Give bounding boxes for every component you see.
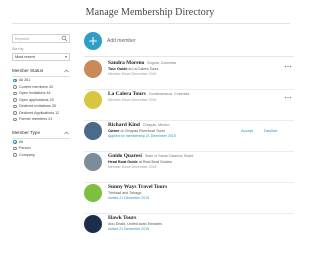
radio-button[interactable] [13,117,17,122]
avatar[interactable] [84,184,102,202]
member-status: Member Since December 2015 [108,164,157,169]
member-name[interactable]: Hawk Tours [108,215,136,221]
member-row[interactable]: Hawk Tours Abu Dhabi, United Arab Emirate… [84,214,294,242]
option-label: Person [19,146,31,150]
member-name[interactable]: Guido Quaresi [108,153,142,159]
option-label: All [19,139,24,144]
avatar[interactable] [84,122,102,140]
option-label: Company [19,152,35,157]
radio-button[interactable] [13,153,17,157]
member-status: Invited 21 December 2015 [108,226,150,231]
member-type-options: All Person Company [12,139,70,159]
option-label: Open invitations 44 [19,91,51,95]
member-role: Owner [108,128,120,133]
member-role: Head Boat Guide [108,159,138,164]
radio-button[interactable] [13,78,17,83]
more-options-icon[interactable] [284,65,292,68]
member-status: Member Since December 2015 [108,97,157,102]
chevron-up-icon[interactable] [64,69,69,73]
radio-button[interactable] [13,91,17,96]
member-row[interactable]: Sunny Ways Travel Tours Trinidad and Toba… [84,183,294,214]
member-location: Bogota, Colombia [147,61,176,65]
avatar[interactable] [84,60,102,78]
caret-down-icon [65,56,67,58]
plus-icon: + [87,34,99,48]
sort-value: Most recent [15,55,35,59]
radio-button[interactable] [13,140,17,144]
member-row[interactable]: La Calera Tours Cundinamarca, Colombia Mem… [84,90,294,121]
add-member-label[interactable]: Add member [107,38,136,44]
radio-button[interactable] [13,85,17,89]
status-option[interactable]: Former members 21 [12,116,70,123]
member-type-header[interactable]: Member Type [12,130,70,137]
member-organization: Real Boat Guides [142,159,172,164]
member-status-options: All 261 Current members 43 Open invitation… [12,77,70,123]
member-status: Applied for membership 21 December 2015 [108,133,176,138]
member-status: Invited 21 December 2015 [108,195,150,200]
avatar[interactable] [84,91,102,109]
option-label: Former members 21 [19,117,53,121]
sort-label: Sort by [12,47,24,51]
sort-dropdown[interactable]: Most recent [12,53,70,61]
member-role: Tour Guide [108,66,128,71]
member-details: Hawk Tours Abu Dhabi, United Arab Emirate… [108,215,258,232]
option-label: Current members 43 [19,84,53,89]
search-box[interactable] [12,34,70,43]
add-member-button[interactable]: + [84,32,102,50]
member-location: Chiapas, Mexico [142,123,170,127]
filter-sidebar: Sort by Most recent Member Status All 26… [12,34,70,158]
radio-button[interactable] [13,104,17,109]
add-member-row[interactable]: + Add member [84,32,294,52]
option-label: Declined Applications 12 [19,110,60,115]
member-status: Member Since December 2015 [108,71,157,76]
radio-button[interactable] [13,146,17,151]
avatar[interactable] [84,153,102,171]
radio-button[interactable] [13,98,17,102]
member-location: State of Santa Catarina, Brazil [144,154,194,158]
option-label: Open applications 25 [19,97,54,102]
member-row[interactable]: Richard Kind Chiapas, Mexico Owner of Chia… [84,121,294,152]
member-details: Sandra Moreno Bogota, Colombia Tour Guide … [108,60,258,77]
title-divider [12,23,290,24]
member-location: Cundinamarca, Colombia [148,92,190,96]
member-organization: La Calera Tours [132,66,159,71]
radio-button[interactable] [13,111,17,115]
type-option[interactable]: Company [12,152,70,159]
member-details: La Calera Tours Cundinamarca, Colombia Mem… [108,91,258,103]
member-status-title: Member Status [12,68,44,73]
avatar[interactable] [84,215,102,233]
member-status-header[interactable]: Member Status [12,68,70,75]
member-details: Richard Kind Chiapas, Mexico Owner of Chia… [108,122,258,139]
accept-button[interactable]: Accept [241,128,253,133]
member-organization: Chiapas Riverboat Tours [124,128,165,133]
member-row[interactable]: Guido Quaresi State of Santa Catarina, Br… [84,152,294,183]
option-label: Declined invitations 35 [19,104,56,108]
decline-button[interactable]: Decline [264,128,277,133]
chevron-up-icon[interactable] [64,131,69,135]
member-name[interactable]: La Calera Tours [108,91,146,97]
page-title: Manage Membership Directory [85,7,215,18]
member-name[interactable]: Richard Kind [108,122,140,128]
more-options-icon[interactable] [284,96,292,99]
member-row[interactable]: Sandra Moreno Bogota, Colombia Tour Guide … [84,59,294,90]
member-details: Sunny Ways Travel Tours Trinidad and Toba… [108,184,258,201]
member-name[interactable]: Sandra Moreno [108,60,144,66]
search-input[interactable] [15,35,61,42]
member-details: Guido Quaresi State of Santa Catarina, Br… [108,153,258,170]
option-label: All 261 [19,78,31,82]
search-icon[interactable] [61,35,68,42]
member-name[interactable]: Sunny Ways Travel Tours [108,184,167,190]
member-type-title: Member Type [12,129,40,135]
list-divider [84,56,294,57]
